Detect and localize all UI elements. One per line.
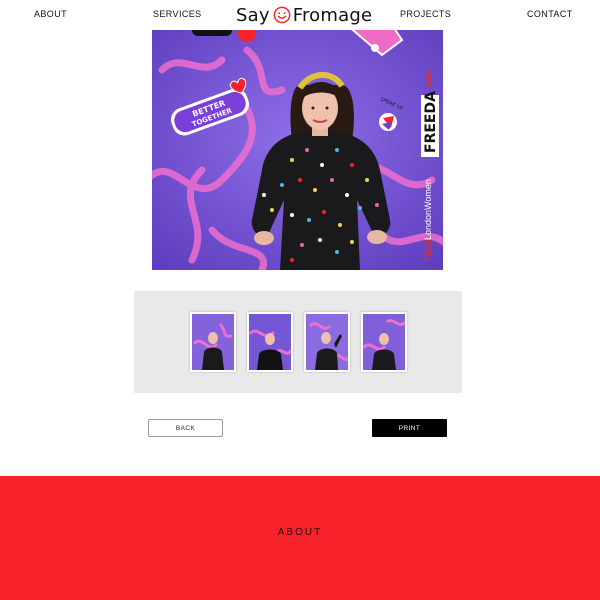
footer: ABOUT [0, 476, 600, 600]
thumbnail-3[interactable] [304, 312, 350, 372]
nav-about[interactable]: ABOUT [34, 9, 67, 19]
logo-word-fromage: Fromage [292, 4, 373, 26]
svg-text:TEDx: TEDx [424, 69, 433, 90]
back-button[interactable]: BACK [148, 419, 223, 437]
backdrop-tedx: TEDx [423, 239, 433, 262]
print-button[interactable]: PRINT [372, 419, 447, 437]
footer-title: ABOUT [277, 527, 323, 538]
logo[interactable]: Say Fromage [236, 3, 372, 27]
page: ABOUT SERVICES Say Fromage PROJECTS CONT… [0, 0, 600, 600]
main-photo: BETTER TOGETHER SPEAK UP FREEDA TEDx Lon… [152, 30, 443, 270]
logo-word-say: Say [236, 4, 270, 26]
nav-services[interactable]: SERVICES [153, 9, 202, 19]
nav-projects[interactable]: PROJECTS [400, 9, 451, 19]
sticker-freeda: FREEDA [423, 91, 439, 153]
thumbnail-4[interactable] [361, 312, 407, 372]
nav-contact[interactable]: CONTACT [527, 9, 573, 19]
thumbnail-2[interactable] [247, 312, 293, 372]
smiley-icon [273, 6, 291, 24]
thumbnail-1[interactable] [190, 312, 236, 372]
thumbnail-strip [134, 291, 462, 393]
backdrop-tedx-suffix: LondonWomen [423, 179, 433, 240]
